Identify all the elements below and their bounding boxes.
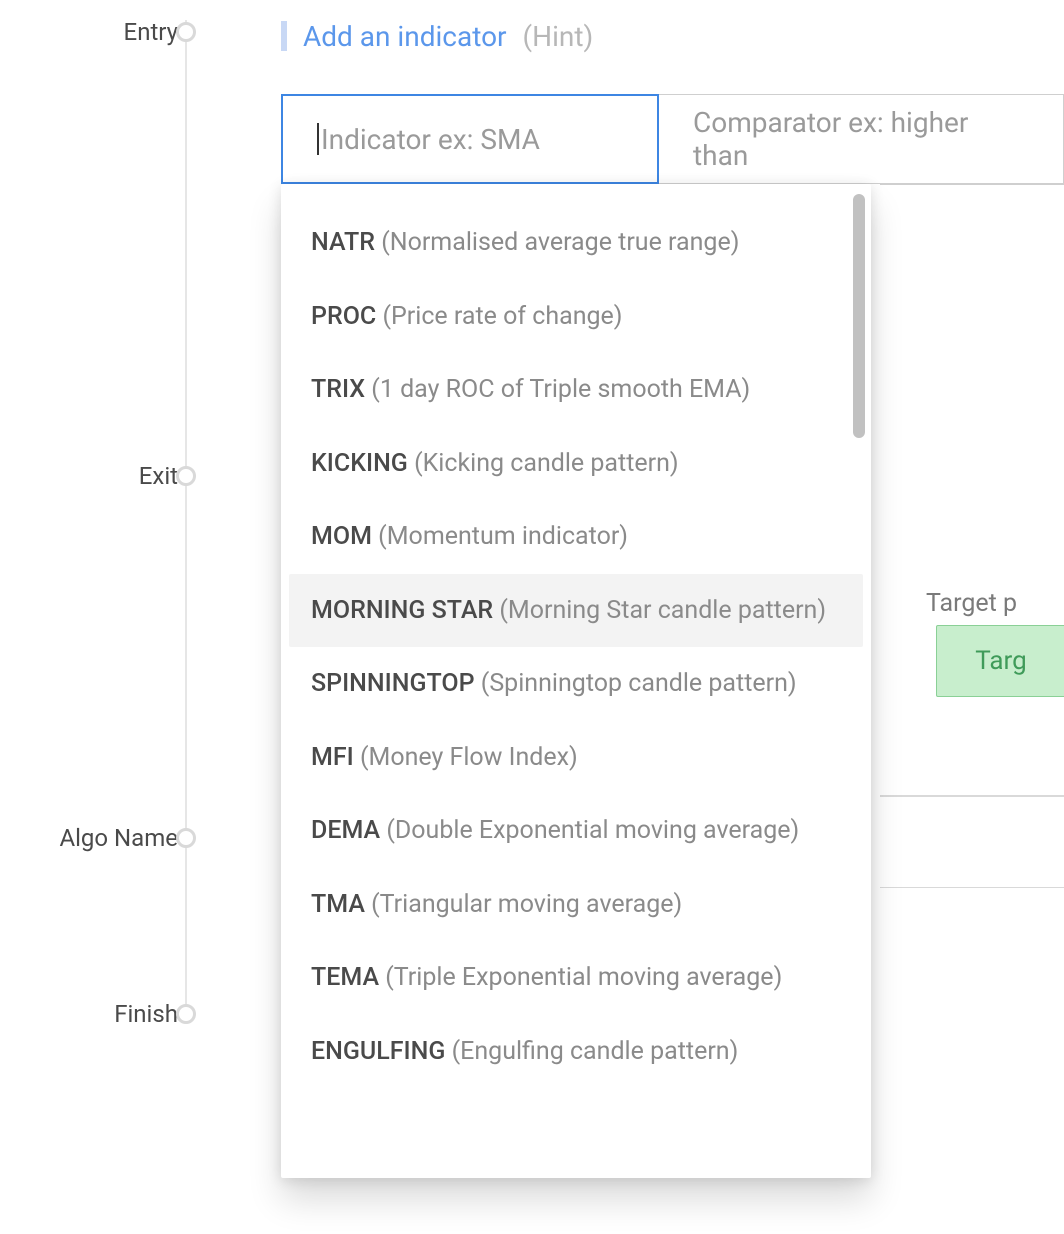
- condition-inputs-row: Indicator ex: SMA Comparator ex: higher …: [281, 94, 1064, 184]
- indicator-code: PROC: [311, 302, 382, 331]
- dropdown-item[interactable]: TRIX (1 day ROC of Triple smooth EMA): [281, 353, 871, 427]
- target-button-label: Targ: [975, 646, 1026, 676]
- dropdown-item[interactable]: MOM (Momentum indicator): [281, 500, 871, 574]
- step-algo-name[interactable]: Algo Name: [0, 824, 200, 852]
- add-indicator-hint: (Hint): [523, 20, 594, 53]
- dropdown-item[interactable]: MFI (Money Flow Index): [281, 721, 871, 795]
- target-button[interactable]: Targ: [936, 625, 1064, 697]
- add-indicator-label: Add an indicator: [303, 20, 507, 53]
- step-connector-line: [185, 20, 187, 1006]
- comparator-placeholder: Comparator ex: higher than: [693, 106, 1029, 172]
- step-finish-label: Finish: [114, 1000, 178, 1028]
- text-cursor: [317, 123, 319, 155]
- entry-panel: Add an indicator (Hint) Indicator ex: SM…: [281, 14, 1064, 184]
- divider-row: [880, 796, 1064, 888]
- indicator-description: (Money Flow Index): [360, 743, 578, 772]
- step-exit[interactable]: Exit: [0, 462, 200, 490]
- exit-target-panel: Target p Targ: [880, 184, 1064, 796]
- indicator-input[interactable]: Indicator ex: SMA: [281, 94, 659, 184]
- dropdown-item[interactable]: KICKING (Kicking candle pattern): [281, 427, 871, 501]
- indicator-description: (Morning Star candle pattern): [499, 596, 826, 625]
- accent-bar: [281, 21, 287, 51]
- scrollbar-track[interactable]: [853, 194, 865, 1174]
- step-entry-label: Entry: [124, 18, 178, 46]
- target-label: Target p: [926, 589, 1017, 618]
- indicator-code: DEMA: [311, 816, 386, 845]
- dropdown-item[interactable]: DEMA (Double Exponential moving average): [281, 794, 871, 868]
- indicator-description: (Kicking candle pattern): [414, 449, 679, 478]
- indicator-code: MFI: [311, 743, 360, 772]
- indicator-code: SPINNINGTOP: [311, 669, 481, 698]
- dropdown-item[interactable]: ENGULFING (Engulfing candle pattern): [281, 1015, 871, 1089]
- scrollbar-thumb[interactable]: [853, 194, 865, 438]
- indicator-code: TMA: [311, 890, 371, 919]
- step-finish[interactable]: Finish: [0, 1000, 200, 1028]
- step-entry[interactable]: Entry: [0, 18, 200, 46]
- comparator-input[interactable]: Comparator ex: higher than: [659, 94, 1064, 184]
- indicator-description: (Triangular moving average): [371, 890, 682, 919]
- dropdown-item[interactable]: SPINNINGTOP (Spinningtop candle pattern): [281, 647, 871, 721]
- step-dot-icon: [176, 1004, 196, 1024]
- dropdown-item[interactable]: PROC (Price rate of change): [281, 280, 871, 354]
- indicator-code: MORNING STAR: [311, 596, 499, 625]
- indicator-description: (Engulfing candle pattern): [452, 1037, 739, 1066]
- indicator-description: (Triple Exponential moving average): [385, 963, 782, 992]
- indicator-code: MOM: [311, 522, 378, 551]
- step-dot-icon: [176, 828, 196, 848]
- indicator-code: KICKING: [311, 449, 414, 478]
- indicator-placeholder: Indicator ex: SMA: [321, 123, 540, 156]
- dropdown-item[interactable]: TEMA (Triple Exponential moving average): [281, 941, 871, 1015]
- step-algo-label: Algo Name: [59, 824, 178, 852]
- indicator-dropdown: NATR (Normalised average true range)PROC…: [281, 184, 871, 1178]
- indicator-code: TRIX: [311, 375, 371, 404]
- dropdown-item[interactable]: NATR (Normalised average true range): [281, 206, 871, 280]
- indicator-description: (Normalised average true range): [381, 228, 739, 257]
- indicator-code: ENGULFING: [311, 1037, 452, 1066]
- dropdown-item[interactable]: MORNING STAR (Morning Star candle patter…: [289, 574, 863, 648]
- add-indicator-header[interactable]: Add an indicator (Hint): [281, 14, 1064, 58]
- indicator-description: (1 day ROC of Triple smooth EMA): [371, 375, 750, 404]
- step-dot-icon: [176, 22, 196, 42]
- indicator-description: (Price rate of change): [382, 302, 622, 331]
- indicator-code: TEMA: [311, 963, 385, 992]
- indicator-description: (Momentum indicator): [378, 522, 628, 551]
- step-dot-icon: [176, 466, 196, 486]
- indicator-description: (Spinningtop candle pattern): [481, 669, 797, 698]
- indicator-code: NATR: [311, 228, 381, 257]
- indicator-dropdown-list[interactable]: NATR (Normalised average true range)PROC…: [281, 184, 871, 1178]
- step-exit-label: Exit: [139, 462, 178, 490]
- indicator-description: (Double Exponential moving average): [386, 816, 799, 845]
- dropdown-item[interactable]: TMA (Triangular moving average): [281, 868, 871, 942]
